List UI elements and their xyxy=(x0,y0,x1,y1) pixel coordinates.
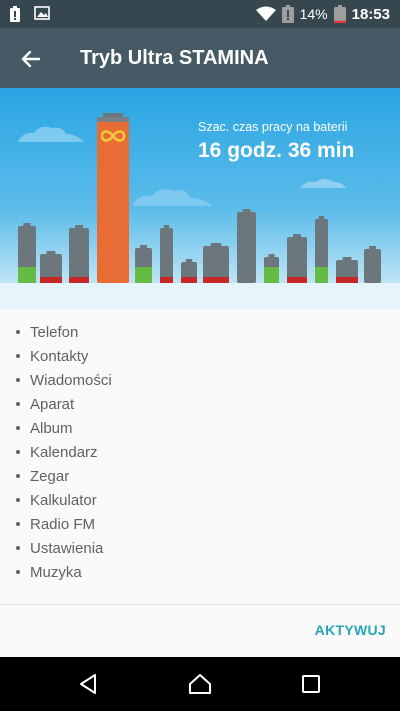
battery-building xyxy=(181,259,197,283)
app-name: Zegar xyxy=(30,467,70,485)
app-name: Kalendarz xyxy=(30,443,98,461)
home-icon xyxy=(189,674,211,694)
battery-building xyxy=(364,246,381,283)
battery-building xyxy=(69,225,89,283)
bullet xyxy=(16,378,20,382)
battery-building xyxy=(160,225,173,283)
navigation-bar xyxy=(0,657,400,711)
nav-home-button[interactable] xyxy=(187,671,213,697)
battery-icon xyxy=(333,5,346,23)
battery-building xyxy=(40,251,62,283)
app-name: Ustawienia xyxy=(30,539,104,557)
bullet xyxy=(16,426,20,430)
arrow-back-icon xyxy=(21,50,41,68)
list-item: Ustawienia xyxy=(0,536,400,560)
battery-building xyxy=(287,234,307,283)
bullet xyxy=(16,402,20,406)
battery-building xyxy=(264,254,279,283)
battery-building xyxy=(18,223,36,283)
bullet xyxy=(16,498,20,502)
image-icon xyxy=(34,6,50,20)
app-name: Telefon xyxy=(30,323,79,341)
bullet xyxy=(16,522,20,526)
list-item: Muzyka xyxy=(0,560,400,584)
list-item: Radio FM xyxy=(0,512,400,536)
estimate-label: Szac. czas pracy na baterii xyxy=(198,120,348,134)
app-name: Aparat xyxy=(30,395,75,413)
bullet xyxy=(16,330,20,334)
status-bar: 14% 18:53 xyxy=(0,0,400,28)
list-item: Kalendarz xyxy=(0,440,400,464)
list-item: Kontakty xyxy=(0,344,400,368)
battery-building xyxy=(336,257,358,283)
back-triangle-icon xyxy=(80,674,96,694)
list-item: Zegar xyxy=(0,464,400,488)
nav-back-button[interactable] xyxy=(75,671,101,697)
app-name: Kalkulator xyxy=(30,491,97,509)
back-button[interactable] xyxy=(16,44,46,74)
app-name: Wiadomości xyxy=(30,371,112,389)
status-time: 18:53 xyxy=(351,5,390,23)
battery-alert-icon xyxy=(10,6,20,22)
app-name: Album xyxy=(30,419,73,437)
list-item: Wiadomości xyxy=(0,368,400,392)
bullet xyxy=(16,546,20,550)
battery-building xyxy=(203,243,229,283)
ultra-stamina-battery xyxy=(97,113,129,283)
allowed-apps-list: Telefon Kontakty Wiadomości Aparat Album Kale… xyxy=(0,320,400,584)
list-item: Album xyxy=(0,416,400,440)
status-system: 14% 18:53 xyxy=(255,0,390,28)
recents-icon xyxy=(302,675,320,693)
battery-building xyxy=(237,209,256,283)
estimate-value: 16 godz. 36 min xyxy=(198,139,355,162)
bullet xyxy=(16,570,20,574)
list-item: Telefon xyxy=(0,320,400,344)
footer-divider xyxy=(0,604,400,605)
bullet xyxy=(16,474,20,478)
activate-button[interactable]: AKTYWUJ xyxy=(315,622,386,638)
nav-recents-button[interactable] xyxy=(298,671,324,697)
battery-building xyxy=(135,245,152,283)
bullet xyxy=(16,354,20,358)
list-item: Kalkulator xyxy=(0,488,400,512)
list-item: Aparat xyxy=(0,392,400,416)
page-title: Tryb Ultra STAMINA xyxy=(80,47,269,69)
wifi-icon xyxy=(255,6,276,21)
app-name: Kontakty xyxy=(30,347,89,365)
ground xyxy=(0,283,400,310)
battery-percent: 14% xyxy=(299,6,328,22)
battery-building xyxy=(315,216,328,283)
bullet xyxy=(16,450,20,454)
battery-saver-icon xyxy=(281,5,294,23)
battery-estimate-hero: Szac. czas pracy na baterii 16 godz. 36 … xyxy=(0,88,400,310)
app-name: Radio FM xyxy=(30,515,96,533)
app-bar: Tryb Ultra STAMINA xyxy=(0,28,400,88)
status-notifications xyxy=(10,6,50,22)
app-name: Muzyka xyxy=(30,563,82,581)
